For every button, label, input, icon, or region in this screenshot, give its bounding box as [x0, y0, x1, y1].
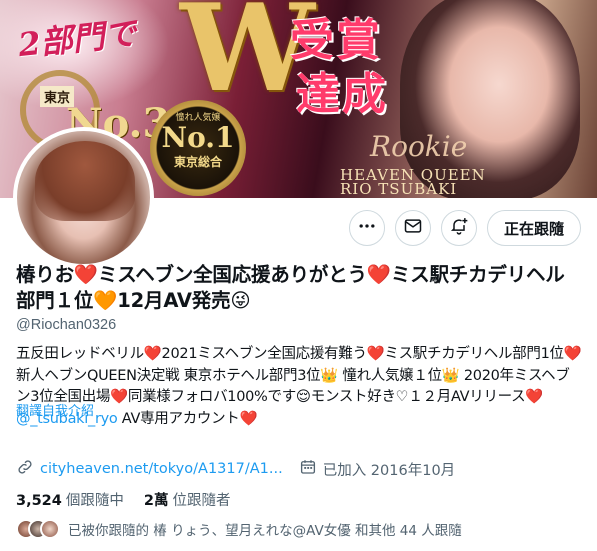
bio-text: 五反田レッドベリル❤️2021ミスヘブン全国応援有難う❤️ミス駅チカデリヘル部門…	[16, 346, 582, 405]
calendar-icon	[299, 458, 317, 480]
link-icon	[16, 458, 34, 480]
followers-stat[interactable]: 2萬 位跟隨者	[144, 489, 231, 510]
profile-bio: 五反田レッドベリル❤️2021ミスヘブン全国応援有難う❤️ミス駅チカデリヘル部門…	[16, 344, 582, 430]
profile-actions: 正在跟隨	[348, 210, 581, 246]
avatar[interactable]	[13, 127, 154, 268]
banner-right-text-2: 達成	[296, 69, 388, 120]
following-button[interactable]: 正在跟隨	[486, 210, 581, 246]
followers-you-know-text: 已被你跟隨的 椿 りょう、望月えれな@AV女優 和其他 44 人跟隨	[68, 523, 462, 539]
more-button[interactable]	[348, 210, 385, 246]
followers-count: 2萬	[143, 493, 169, 509]
website-link[interactable]: cityheaven.net/tokyo/A1317/A1...	[40, 461, 283, 477]
banner-heaven-queen: HEAVEN QUEEN RIO TSUBAKI	[340, 168, 486, 198]
more-horizontal-icon	[357, 216, 377, 241]
message-button[interactable]	[394, 210, 431, 246]
display-name: 椿りお❤️ミスヘブン全国応援ありがとう❤️ミス駅チカデリヘル部門１位🧡12月AV…	[16, 263, 565, 312]
banner-rookie: Rookie	[370, 130, 468, 163]
badge-no1: No.1	[161, 121, 235, 154]
joined-date: 已加入 2016年10月	[322, 462, 456, 479]
following-stat[interactable]: 3,524 個跟隨中	[16, 489, 124, 510]
follow-stats: 3,524 個跟隨中 2萬 位跟隨者	[16, 489, 230, 510]
mail-icon	[403, 216, 423, 241]
bio-text-end: AV専用アカウント❤️	[117, 410, 258, 427]
followers-you-know[interactable]: 已被你跟隨的 椿 りょう、望月えれな@AV女優 和其他 44 人跟隨	[16, 519, 462, 539]
notifications-button[interactable]	[440, 210, 477, 246]
profile-meta: cityheaven.net/tokyo/A1317/A1... 已加入 201…	[16, 458, 455, 480]
badge-area: 東京総合	[173, 155, 222, 169]
bell-plus-icon	[449, 216, 469, 241]
mini-avatar	[40, 519, 60, 539]
following-label: 個跟隨中	[65, 493, 124, 509]
user-handle: @Riochan0326	[16, 317, 117, 333]
banner-romaji-name: RIO TSUBAKI	[340, 180, 458, 198]
translate-bio-link[interactable]: 翻譯自我介紹	[16, 400, 94, 419]
following-count: 3,524	[16, 493, 62, 509]
followers-label: 位跟隨者	[172, 493, 231, 509]
avatar-hair	[35, 141, 135, 221]
banner-award-badge: 憧れ人気嬢 No.1 東京総合	[150, 100, 246, 196]
